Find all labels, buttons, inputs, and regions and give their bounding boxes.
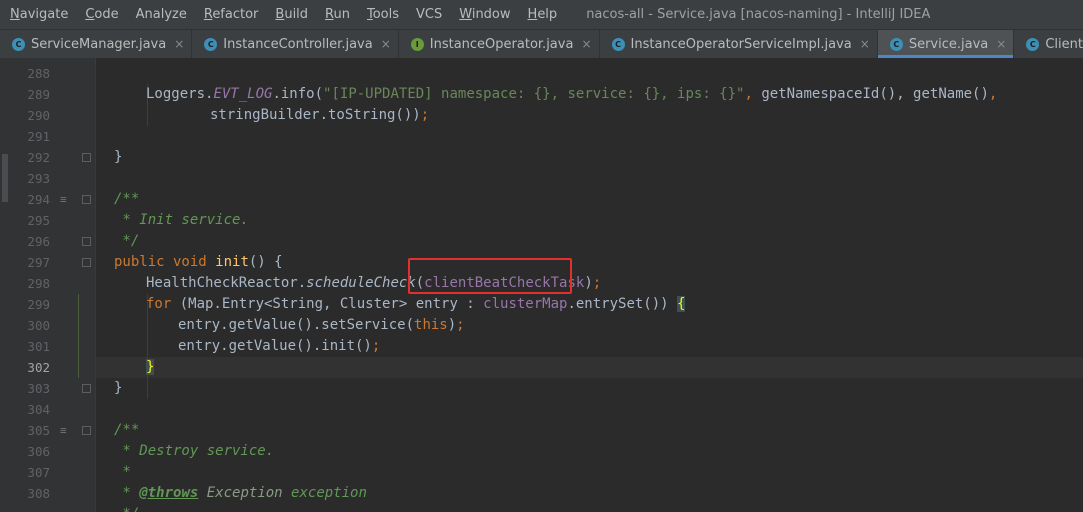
close-icon[interactable]: ×: [860, 37, 870, 51]
line-number: 291: [27, 129, 50, 144]
structure-scrollbar[interactable]: [0, 58, 10, 512]
interface-icon: I: [410, 37, 424, 51]
fold-icon[interactable]: [82, 384, 91, 393]
line-number: 306: [27, 444, 50, 459]
line-number: 296: [27, 234, 50, 249]
fold-icon[interactable]: [82, 237, 91, 246]
tab-clientbeatchecktask[interactable]: C ClientBeatCheckTask.java: [1014, 30, 1083, 58]
menu-tools[interactable]: Tools: [357, 7, 406, 22]
line-number: 295: [27, 213, 50, 228]
line-number: 300: [27, 318, 50, 333]
class-icon: C: [889, 37, 903, 51]
code-line-303: }: [114, 380, 123, 396]
class-icon: C: [12, 37, 25, 51]
fold-icon[interactable]: [82, 258, 91, 267]
line-number: 298: [27, 276, 50, 291]
close-icon[interactable]: ×: [174, 37, 184, 51]
code-line-290: stringBuilder.toString());: [210, 107, 430, 123]
line-number: 303: [27, 381, 50, 396]
line-number: 293: [27, 171, 50, 186]
tab-instancecontroller[interactable]: C InstanceController.java ×: [192, 30, 399, 58]
fold-icon[interactable]: [82, 195, 91, 204]
tab-label: ServiceManager.java: [31, 36, 167, 52]
close-icon[interactable]: ×: [381, 37, 391, 51]
code-line-309: */: [114, 504, 139, 512]
line-number: 294: [27, 192, 50, 207]
line-number: 305: [27, 423, 50, 438]
tab-instanceoperator[interactable]: I InstanceOperator.java ×: [399, 30, 600, 58]
class-icon: C: [611, 37, 625, 51]
class-icon: C: [1026, 37, 1040, 51]
close-icon[interactable]: ×: [996, 37, 1006, 51]
code-line-296: */: [114, 233, 140, 249]
code-area[interactable]: Loggers.EVT_LOG.info("[IP-UPDATED] names…: [96, 58, 1083, 512]
code-line-308: * @throws Exception exception: [114, 485, 367, 501]
line-number: 290: [27, 108, 50, 123]
tab-label: InstanceOperatorServiceImpl.java: [630, 36, 852, 52]
tab-servicemanager[interactable]: C ServiceManager.java ×: [0, 30, 193, 58]
code-line-307: *: [114, 464, 131, 480]
menu-refactor[interactable]: Refactor: [194, 7, 266, 22]
annotation-highlight-box: [408, 258, 572, 294]
menu-bar: Navigate Code Analyze Refactor Build Run…: [0, 0, 1083, 29]
fold-icon[interactable]: [82, 426, 91, 435]
code-line-292: }: [114, 149, 123, 165]
menu-analyze[interactable]: Analyze: [126, 7, 194, 22]
menu-run[interactable]: Run: [315, 7, 357, 22]
code-line-297: public void init() {: [114, 254, 283, 270]
tab-label: Service.java: [908, 36, 989, 52]
line-number: 292: [27, 150, 50, 165]
javadoc-icon[interactable]: ≡: [60, 420, 67, 441]
line-number: 299: [27, 297, 50, 312]
menu-code[interactable]: Code: [75, 7, 125, 22]
line-number: 307: [27, 465, 50, 480]
tab-label: InstanceOperator.java: [429, 36, 574, 52]
line-number: 308: [27, 486, 50, 501]
scope-indicator: [78, 294, 79, 378]
current-line-highlight: [96, 357, 1083, 378]
menu-build[interactable]: Build: [265, 7, 315, 22]
tab-service[interactable]: C Service.java ×: [877, 30, 1015, 58]
code-line-306: * Destroy service.: [114, 443, 275, 459]
code-line-294: /**: [114, 191, 140, 207]
code-line-301: entry.getValue().init();: [178, 338, 381, 354]
menu-navigate[interactable]: Navigate: [0, 7, 75, 22]
close-icon[interactable]: ×: [581, 37, 591, 51]
tab-label: ClientBeatCheckTask.java: [1045, 36, 1083, 52]
menu-vcs[interactable]: VCS: [406, 7, 449, 22]
tab-label: InstanceController.java: [223, 36, 373, 52]
line-number-current: 302: [27, 360, 50, 375]
code-editor[interactable]: 288 289 290 291 292 293 294 295 296 297 …: [0, 58, 1083, 512]
window-title: nacos-all - Service.java [nacos-naming] …: [586, 7, 931, 22]
class-icon: C: [204, 37, 218, 51]
line-number-gutter[interactable]: 288 289 290 291 292 293 294 295 296 297 …: [10, 58, 96, 512]
line-number: 297: [27, 255, 50, 270]
code-line-305: /**: [114, 422, 140, 438]
tab-instanceoperatorserviceimpl[interactable]: C InstanceOperatorServiceImpl.java ×: [600, 30, 878, 58]
code-line-302: }: [146, 359, 155, 375]
menu-window[interactable]: Window: [449, 7, 517, 22]
code-line-300: entry.getValue().setService(this);: [178, 317, 465, 333]
code-line-289: Loggers.EVT_LOG.info("[IP-UPDATED] names…: [146, 86, 998, 102]
line-number: 289: [27, 87, 50, 102]
fold-icon[interactable]: [82, 153, 91, 162]
editor-tab-bar: C ServiceManager.java × C InstanceContro…: [0, 29, 1083, 59]
line-number: 304: [27, 402, 50, 417]
code-line-299: for (Map.Entry<String, Cluster> entry : …: [146, 296, 686, 312]
menu-help[interactable]: Help: [518, 7, 565, 22]
line-number: 301: [27, 339, 50, 354]
scroll-thumb[interactable]: [2, 154, 8, 202]
javadoc-icon[interactable]: ≡: [60, 189, 67, 210]
code-line-295: * Init service.: [114, 212, 249, 228]
line-number: 288: [27, 66, 50, 81]
